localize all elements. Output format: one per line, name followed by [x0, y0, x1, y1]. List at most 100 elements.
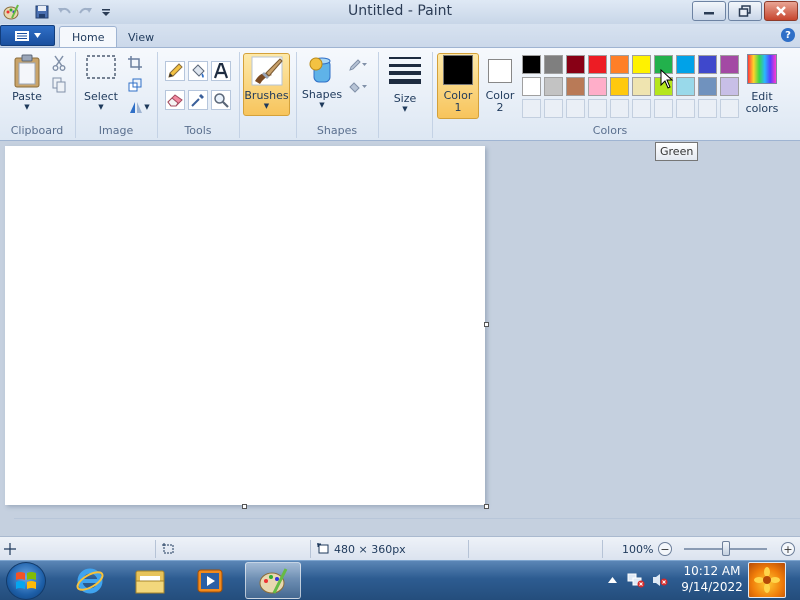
line-size-icon [389, 57, 421, 84]
network-icon[interactable] [626, 560, 646, 600]
volume-muted-icon[interactable] [650, 560, 670, 600]
restore-button[interactable] [728, 1, 762, 21]
canvas-resize-handle-right[interactable] [484, 322, 489, 327]
cut-icon[interactable] [50, 54, 68, 72]
color-swatch[interactable] [522, 55, 541, 74]
show-desktop-thumbnail[interactable] [748, 562, 786, 598]
taskbar-clock[interactable]: 10:12 AM 9/14/2022 [678, 563, 746, 595]
shapes-button[interactable]: Shapes ▼ [300, 54, 344, 109]
undo-icon[interactable] [55, 3, 73, 21]
outline-pencil-icon [349, 59, 367, 71]
color-swatch[interactable] [566, 77, 585, 96]
paint-app-icon[interactable] [2, 3, 20, 21]
eyedropper-icon [191, 94, 204, 107]
image-size: 480 × 360px [317, 537, 406, 561]
fill-bucket-icon [349, 82, 367, 93]
start-button[interactable] [6, 562, 46, 600]
color-swatch[interactable] [632, 55, 651, 74]
eraser-tool[interactable] [165, 90, 185, 110]
zoom-in-button[interactable]: + [781, 542, 795, 556]
close-button[interactable] [764, 1, 798, 21]
status-divider [602, 540, 603, 558]
chevron-down-icon: ▼ [319, 101, 325, 109]
tab-home[interactable]: Home [59, 26, 118, 48]
magnifier-tool[interactable] [211, 90, 231, 110]
custom-color-slot[interactable] [610, 99, 629, 118]
paint-menu-button[interactable] [0, 25, 55, 46]
minimize-button[interactable] [692, 1, 726, 21]
color-swatch[interactable] [676, 77, 695, 96]
fill-shape-button[interactable] [346, 78, 370, 96]
color-swatch[interactable] [588, 77, 607, 96]
media-player-icon [197, 569, 223, 592]
crop-icon[interactable] [126, 54, 144, 72]
custom-color-slot[interactable] [654, 99, 673, 118]
shapes-icon [309, 57, 331, 83]
clipboard-icon [14, 54, 40, 88]
edit-colors-button[interactable]: Edit colors [742, 54, 782, 115]
color-swatch[interactable] [566, 55, 585, 74]
color-swatch[interactable] [544, 55, 563, 74]
color-swatch[interactable] [544, 77, 563, 96]
brushes-button[interactable] [243, 53, 290, 116]
canvas-resize-handle-corner[interactable] [484, 504, 489, 509]
custom-color-slot[interactable] [588, 99, 607, 118]
chevron-up-icon [607, 577, 617, 583]
ribbon-tab-row: Home View ? [0, 24, 800, 48]
custom-color-slot[interactable] [522, 99, 541, 118]
canvas-resize-handle-bottom[interactable] [242, 504, 247, 509]
color-swatch[interactable] [720, 55, 739, 74]
folder-icon [135, 570, 165, 593]
taskbar-paint[interactable] [245, 562, 301, 599]
paste-button[interactable]: Paste ▼ [6, 54, 48, 111]
paint-palette-icon [259, 567, 288, 594]
zoom-out-button[interactable]: − [658, 542, 672, 556]
resize-icon[interactable] [126, 76, 144, 94]
custom-color-slot[interactable] [698, 99, 717, 118]
customize-toolbar-icon[interactable] [97, 3, 115, 21]
tab-view[interactable]: View [116, 26, 166, 48]
pencil-tool[interactable] [165, 61, 185, 81]
color-swatch[interactable] [522, 77, 541, 96]
group-separator [378, 52, 379, 138]
color-swatch[interactable] [698, 77, 717, 96]
select-button[interactable]: Select ▼ [80, 54, 122, 111]
rotate-button[interactable]: ▼ [126, 98, 152, 116]
colors-group-label: Colors [592, 124, 628, 137]
chevron-down-icon [33, 33, 41, 38]
paste-label: Paste [12, 90, 42, 103]
outline-button[interactable] [346, 56, 370, 74]
color2-button[interactable]: Color 2 [480, 55, 520, 114]
redo-icon[interactable] [77, 3, 95, 21]
select-rectangle-icon [86, 55, 116, 79]
save-icon[interactable] [33, 3, 51, 21]
color-swatch[interactable] [610, 77, 629, 96]
zoom-slider-thumb[interactable] [722, 541, 730, 556]
color-swatch[interactable] [588, 55, 607, 74]
color-swatch[interactable] [698, 55, 717, 74]
show-hidden-icons[interactable] [604, 560, 620, 600]
color-swatch[interactable] [610, 55, 629, 74]
menu-icon [14, 30, 29, 41]
size-button[interactable]: Size ▼ [384, 56, 426, 113]
taskbar-internet-explorer[interactable] [62, 562, 118, 599]
help-icon[interactable]: ? [781, 28, 795, 42]
fill-tool[interactable] [188, 61, 208, 81]
custom-color-slot[interactable] [544, 99, 563, 118]
taskbar-file-explorer[interactable] [122, 562, 178, 599]
text-tool[interactable] [211, 61, 231, 81]
color-swatch[interactable] [632, 77, 651, 96]
image-size-text: 480 × 360px [334, 542, 406, 556]
copy-icon[interactable] [50, 76, 68, 94]
custom-color-slot[interactable] [566, 99, 585, 118]
custom-color-slot[interactable] [676, 99, 695, 118]
color-swatch[interactable] [676, 55, 695, 74]
color-swatch[interactable] [720, 77, 739, 96]
custom-color-slot[interactable] [632, 99, 651, 118]
taskbar-media-player[interactable] [182, 562, 238, 599]
color-picker-tool[interactable] [188, 90, 208, 110]
color1-button[interactable] [437, 53, 479, 119]
drawing-canvas[interactable] [5, 146, 485, 505]
custom-color-slot[interactable] [720, 99, 739, 118]
chevron-down-icon: ▼ [98, 103, 104, 111]
